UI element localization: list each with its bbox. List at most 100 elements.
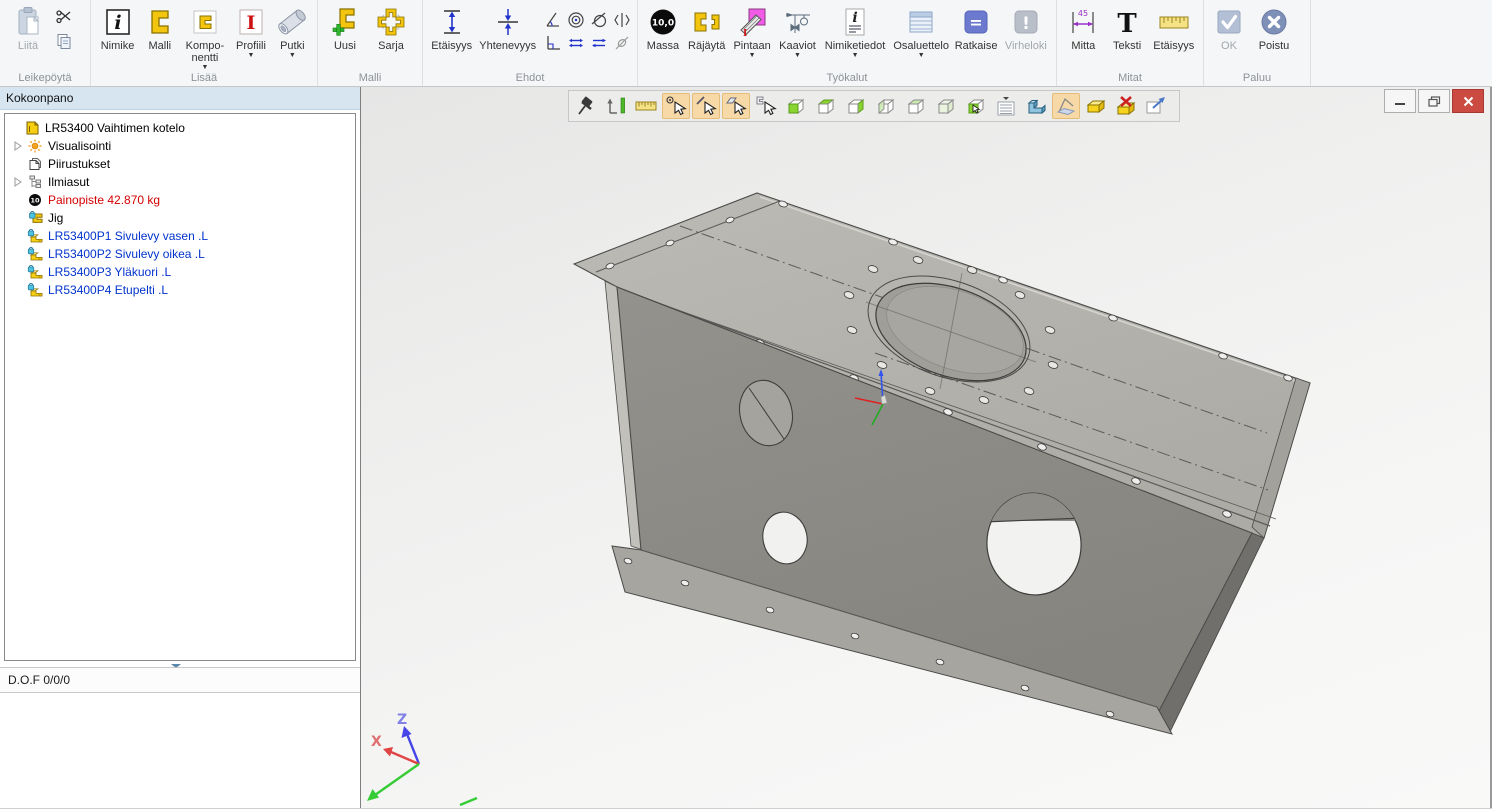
restore-button[interactable] <box>1418 89 1450 113</box>
cube-solid-icon <box>935 95 957 117</box>
view-isometric-button[interactable] <box>932 93 960 119</box>
profile-button[interactable]: I Profiili ▼ <box>230 4 271 60</box>
cut-button[interactable] <box>54 8 74 26</box>
tree-item-part-3[interactable]: LR53400P3 Yläkuori .L <box>5 263 355 281</box>
tree-item-part-1[interactable]: LR53400P1 Sivulevy vasen .L <box>5 227 355 245</box>
to-surface-button[interactable]: I Pintaan ▼ <box>729 4 774 60</box>
bin-button[interactable] <box>1082 93 1110 119</box>
expand-arrow-icon[interactable] <box>14 141 26 151</box>
fix-constraint-button[interactable] <box>610 31 633 54</box>
exit-button[interactable]: Poistu <box>1250 4 1298 53</box>
clipboard-paste-icon <box>13 5 43 39</box>
select-face-button[interactable] <box>722 93 750 119</box>
error-log-label: Virheloki <box>1005 40 1047 52</box>
viewport-axis-triad: Z X <box>361 688 491 808</box>
view-front-button[interactable] <box>782 93 810 119</box>
copy-button[interactable] <box>54 32 74 50</box>
view-list-button[interactable] <box>992 93 1020 119</box>
minimize-button[interactable] <box>1384 89 1416 113</box>
sketch-plane-button[interactable] <box>1052 93 1080 119</box>
select-component-button[interactable] <box>752 93 780 119</box>
tangent-constraint-button[interactable] <box>587 8 610 31</box>
to-surface-dropdown-arrow[interactable]: ▼ <box>749 53 756 59</box>
distance-constraint-label: Etäisyys <box>431 40 472 52</box>
tree-item-part-4[interactable]: LR53400P4 Etupelti .L <box>5 281 355 299</box>
tree-item-part-2[interactable]: LR53400P2 Sivulevy oikea .L <box>5 245 355 263</box>
ok-button[interactable]: OK <box>1208 4 1250 53</box>
component-button[interactable]: Kompo- nentti ▼ <box>180 4 231 72</box>
3d-model-sheet-metal-housing[interactable] <box>361 87 1490 808</box>
tree-item-visualization[interactable]: Visualisointi <box>5 137 355 155</box>
view-back-button[interactable] <box>872 93 900 119</box>
mass-button[interactable]: 10,0 Massa <box>642 4 684 53</box>
coincidence-constraint-button[interactable]: Yhtenevyys <box>476 4 539 53</box>
ribbon-group-dimensions: 45 Mitta T Teksti <box>1057 0 1204 86</box>
item-label: Nimike <box>101 40 135 52</box>
angle-constraint-button[interactable] <box>541 8 564 31</box>
sun-icon <box>26 139 44 153</box>
minimize-icon <box>1394 96 1406 106</box>
item-button[interactable]: i Nimike <box>95 4 140 53</box>
perpendicular-constraint-icon <box>544 34 562 52</box>
cube-front-green-icon <box>785 95 807 117</box>
symmetry-constraint-button[interactable] <box>610 8 633 31</box>
tree-item-drawings[interactable]: Piirustukset <box>5 155 355 173</box>
drag-measure-button[interactable] <box>602 93 630 119</box>
group-label-insert: Lisää <box>91 72 317 84</box>
schematics-dropdown-arrow[interactable]: ▼ <box>794 53 801 59</box>
perpendicular-constraint-button[interactable] <box>541 31 564 54</box>
delete-from-bin-button[interactable] <box>1112 93 1140 119</box>
pin-toolbar-button[interactable] <box>572 93 600 119</box>
measure-distance-button[interactable]: Etäisyys <box>1148 4 1199 53</box>
profile-dropdown-arrow[interactable]: ▼ <box>247 53 254 59</box>
3d-viewport[interactable]: Z X <box>361 87 1492 808</box>
item-data-dropdown-arrow[interactable]: ▼ <box>852 53 859 59</box>
tree-item-assembly-root[interactable]: LR53400 Vaihtimen kotelo <box>5 119 355 137</box>
dimension-button[interactable]: 45 Mitta <box>1061 4 1106 53</box>
expand-arrow-icon[interactable] <box>14 177 26 187</box>
text-button[interactable]: T Teksti <box>1106 4 1149 53</box>
pipe-button[interactable]: Putki ▼ <box>272 4 313 60</box>
export-view-button[interactable] <box>1142 93 1170 119</box>
component-dropdown-arrow[interactable]: ▼ <box>201 65 208 71</box>
view-left-button[interactable] <box>902 93 930 119</box>
pipe-dropdown-arrow[interactable]: ▼ <box>289 53 296 59</box>
ribbon-group-constraints: Etäisyys Yhtenevyys <box>423 0 638 86</box>
distance-constraint-button[interactable]: Etäisyys <box>427 4 476 53</box>
symmetry-constraint-icon <box>613 11 631 29</box>
tree-item-center-of-gravity[interactable]: 10 Painopiste 42.870 kg <box>5 191 355 209</box>
measure-ruler-button[interactable] <box>632 93 660 119</box>
paste-button[interactable]: Liitä <box>4 4 52 53</box>
view-top-button[interactable] <box>812 93 840 119</box>
item-data-button[interactable]: i Nimiketiedot ▼ <box>820 4 890 60</box>
show-part-button[interactable] <box>1022 93 1050 119</box>
schematics-button[interactable]: Kaaviot ▼ <box>775 4 820 60</box>
solve-label: Ratkaise <box>955 40 998 52</box>
equal-constraint-icon <box>567 34 585 52</box>
svg-text:10,0: 10,0 <box>652 19 674 29</box>
part-list-dropdown-arrow[interactable]: ▼ <box>918 53 925 59</box>
new-model-button[interactable]: Uusi <box>322 4 368 53</box>
select-component-icon <box>755 95 777 117</box>
view-right-button[interactable] <box>842 93 870 119</box>
tree-item-label: Visualisointi <box>48 139 111 153</box>
select-point-button[interactable] <box>662 93 690 119</box>
panel-title: Kokoonpano <box>0 87 360 110</box>
solve-button[interactable]: = Ratkaise <box>953 4 1000 53</box>
part-list-button[interactable]: Osaluettelo ▼ <box>890 4 953 60</box>
tree-item-representations[interactable]: Ilmiasut <box>5 173 355 191</box>
error-log-button[interactable]: ! Virheloki <box>1000 4 1052 53</box>
model-button[interactable]: Malli <box>140 4 179 53</box>
tangent-constraint-icon <box>590 11 608 29</box>
model-label: Malli <box>149 40 172 52</box>
select-edge-button[interactable] <box>692 93 720 119</box>
close-button[interactable] <box>1452 89 1484 113</box>
explode-button[interactable]: Räjäytä <box>684 4 729 53</box>
tree-item-jig[interactable]: Jig <box>5 209 355 227</box>
equal-constraint-button[interactable] <box>564 31 587 54</box>
series-button[interactable]: Sarja <box>368 4 414 53</box>
parallel-constraint-button[interactable] <box>587 31 610 54</box>
cad-application-window: Liitä <box>0 0 1492 809</box>
view-select-face-button[interactable] <box>962 93 990 119</box>
concentric-constraint-button[interactable] <box>564 8 587 31</box>
